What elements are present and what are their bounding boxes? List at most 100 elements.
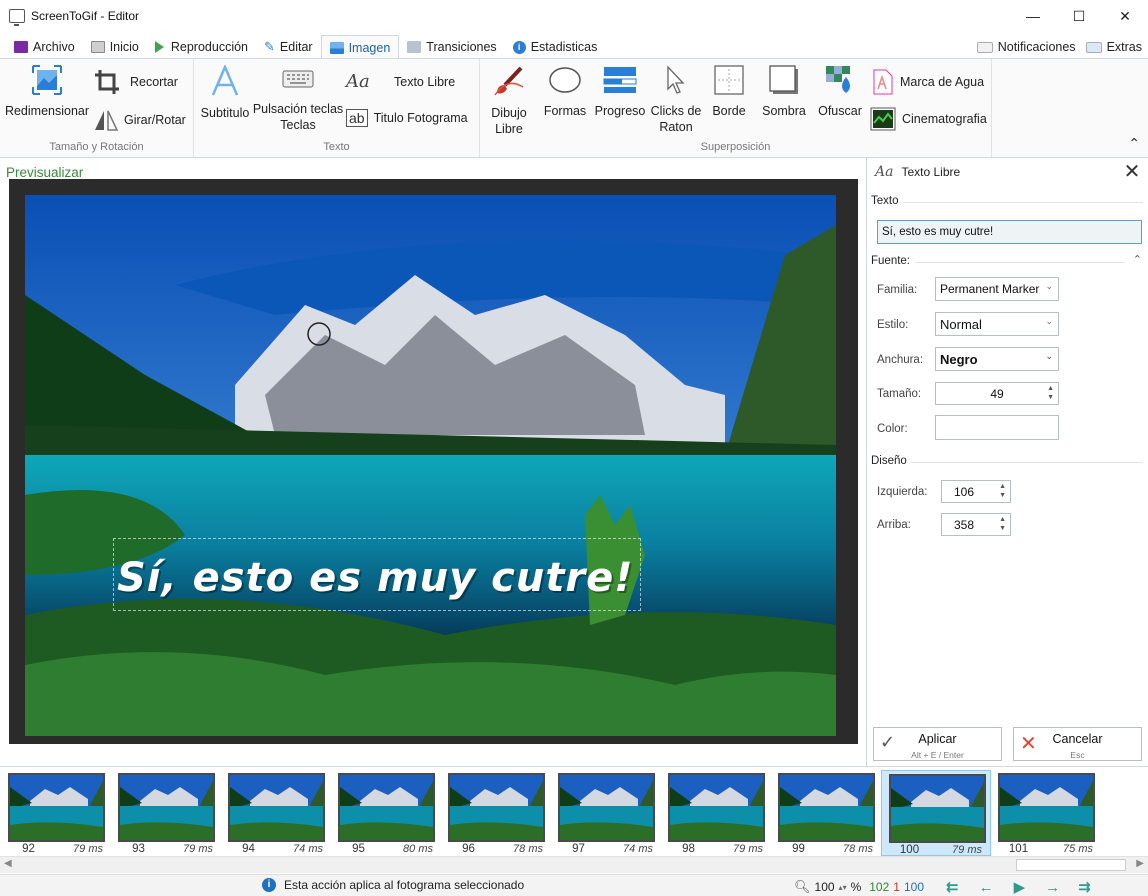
preview-frame: Sí, esto es muy cutre! xyxy=(9,179,858,744)
extras-icon xyxy=(1085,41,1102,53)
subtitle-button[interactable]: Subtitulo xyxy=(197,63,253,121)
top-value: 358 xyxy=(954,518,975,532)
left-stepper[interactable]: 106 ▲ ▼ xyxy=(941,480,1011,503)
cancel-button[interactable]: ✕ Cancelar Esc xyxy=(1013,727,1142,761)
cinemagraph-button[interactable]: Cinematografia xyxy=(870,107,987,131)
zoom-value[interactable]: 100 xyxy=(815,880,835,894)
frame-delay: 79 ms xyxy=(73,843,103,855)
frame-thumbnail[interactable]: 100 79 ms xyxy=(881,770,991,856)
scrollbar-thumb[interactable] xyxy=(1016,859,1126,871)
resize-button[interactable]: Redimensionar xyxy=(4,65,90,119)
tab-reproduccion[interactable]: Reproducción xyxy=(147,35,256,59)
frame-thumbnail[interactable]: 94 74 ms xyxy=(221,770,331,856)
frame-thumbnail-image xyxy=(338,773,435,842)
tab-transiciones[interactable]: Transiciones xyxy=(399,35,504,59)
watermark-button[interactable]: Marca de Agua xyxy=(872,69,984,95)
obfuscate-button[interactable]: Ofuscar xyxy=(814,65,866,119)
border-icon xyxy=(714,65,744,95)
font-family-select[interactable]: Permanent Marker ⌄ xyxy=(935,277,1059,301)
frame-thumbnail-image xyxy=(668,773,765,842)
tab-label: Imagen xyxy=(348,40,391,55)
frame-delay: 79 ms xyxy=(952,844,982,856)
shapes-label: Formas xyxy=(543,104,587,118)
frame-number: 92 xyxy=(22,843,35,855)
brush-icon xyxy=(494,66,524,96)
extras-button[interactable]: Extras xyxy=(1085,40,1142,54)
frame-thumbnail[interactable]: 93 79 ms xyxy=(111,770,221,856)
tab-inicio[interactable]: Inicio xyxy=(83,35,147,59)
preview-label: Previsualizar xyxy=(6,165,84,180)
zoom-spin-icon[interactable]: ▴▾ xyxy=(839,883,847,892)
next-frame-icon[interactable]: → xyxy=(1045,879,1060,896)
chevron-down-icon: ⌄ xyxy=(1045,316,1053,326)
frame-thumbnail[interactable]: 92 79 ms xyxy=(1,770,111,856)
overlay-text: Sí, esto es muy cutre! xyxy=(117,555,634,601)
minimize-button[interactable]: — xyxy=(1010,0,1056,32)
scroll-right-icon[interactable]: ▶ xyxy=(1136,858,1144,869)
frame-thumbnail[interactable]: 99 78 ms xyxy=(771,770,881,856)
tab-archivo[interactable]: Archivo xyxy=(6,35,83,59)
crop-button[interactable]: Recortar xyxy=(94,69,178,95)
pencil-icon: ✎ xyxy=(264,39,275,54)
rotate-button[interactable]: Girar/Rotar xyxy=(94,109,186,131)
collapse-ribbon-button[interactable]: ⌃ xyxy=(1128,135,1140,152)
border-button[interactable]: Borde xyxy=(706,65,752,119)
window-title: ScreenToGif - Editor xyxy=(31,9,140,23)
spin-arrows-icon[interactable]: ▲ ▼ xyxy=(999,515,1006,533)
frame-strip: 92 79 ms 93 79 ms 94 74 ms 95 80 ms 96 78 ms 97 74 … xyxy=(0,766,1148,874)
frame-delay: 78 ms xyxy=(513,843,543,855)
font-weight-select[interactable]: Negro ⌄ xyxy=(935,347,1059,371)
resize-label: Redimensionar xyxy=(4,104,90,118)
free-drawing-button[interactable]: Dibujo Libre xyxy=(484,65,534,137)
first-frame-icon[interactable]: ⇇ xyxy=(946,878,959,896)
previous-frame-icon[interactable]: ← xyxy=(979,879,994,896)
frame-thumbnail[interactable]: 95 80 ms xyxy=(331,770,441,856)
text-input[interactable]: Sí, esto es muy cutre! xyxy=(877,220,1142,244)
frame-thumbnail-image xyxy=(228,773,325,842)
progress-button[interactable]: Progreso xyxy=(592,65,648,119)
last-frame-icon[interactable]: ⇉ xyxy=(1078,878,1091,896)
style-value: Normal xyxy=(940,317,982,332)
status-bar: i Esta acción aplica al fotograma selecc… xyxy=(0,874,1148,896)
left-label: Izquierda: xyxy=(877,486,928,498)
scroll-left-icon[interactable]: ◀ xyxy=(4,858,12,869)
collapse-font-icon[interactable]: ⌃ xyxy=(1133,253,1142,266)
keystrokes-button[interactable]: Pulsación teclas Teclas xyxy=(252,65,344,133)
layout-section-title: Diseño xyxy=(871,455,907,467)
panel-close-button[interactable]: ✕ xyxy=(1122,162,1142,183)
font-size-stepper[interactable]: 49 ▲ ▼ xyxy=(935,382,1059,405)
font-style-select[interactable]: Normal ⌄ xyxy=(935,312,1059,336)
notifications-button[interactable]: Notificaciones xyxy=(976,40,1076,54)
apply-button[interactable]: ✓ Aplicar Alt + E / Enter xyxy=(873,727,1002,761)
spin-arrows-icon[interactable]: ▲ ▼ xyxy=(999,482,1006,500)
frame-thumbnail[interactable]: 98 79 ms xyxy=(661,770,771,856)
maximize-button[interactable]: ☐ xyxy=(1056,0,1102,32)
frame-number: 96 xyxy=(462,843,475,855)
shapes-button[interactable]: Formas xyxy=(540,65,590,119)
tab-estadisticas[interactable]: i Estadisticas xyxy=(505,35,606,59)
color-label: Color: xyxy=(877,423,908,435)
tab-imagen[interactable]: Imagen xyxy=(320,35,400,59)
border-label: Borde xyxy=(712,104,746,118)
close-button[interactable]: ✕ xyxy=(1102,0,1148,32)
tab-editar[interactable]: ✎ Editar xyxy=(256,35,321,59)
frame-thumbnail[interactable]: 96 78 ms xyxy=(441,770,551,856)
spin-arrows-icon[interactable]: ▲ ▼ xyxy=(1047,384,1054,402)
frame-thumbnail[interactable]: 97 74 ms xyxy=(551,770,661,856)
flip-rotate-icon xyxy=(95,110,118,131)
free-text-button[interactable]: Aa Texto Libre xyxy=(346,71,455,92)
divider xyxy=(911,462,1143,463)
mouse-clicks-button[interactable]: Clicks de Raton xyxy=(646,65,706,135)
play-icon[interactable]: ▶ xyxy=(1014,878,1026,896)
info-icon: i xyxy=(262,878,276,892)
frame-image[interactable]: Sí, esto es muy cutre! xyxy=(25,195,836,736)
frame-title-button[interactable]: ab Titulo Fotograma xyxy=(346,109,468,127)
horizontal-scrollbar[interactable]: ◀ ▶ xyxy=(0,856,1148,873)
color-picker[interactable] xyxy=(935,415,1059,440)
subtitle-label: Subtitulo xyxy=(200,106,250,120)
frame-thumbnail[interactable]: 101 75 ms xyxy=(991,770,1101,856)
shadow-button[interactable]: Sombra xyxy=(756,65,812,119)
weight-value: Negro xyxy=(940,352,978,367)
top-stepper[interactable]: 358 ▲ ▼ xyxy=(941,513,1011,536)
shadow-label: Sombra xyxy=(762,104,806,118)
